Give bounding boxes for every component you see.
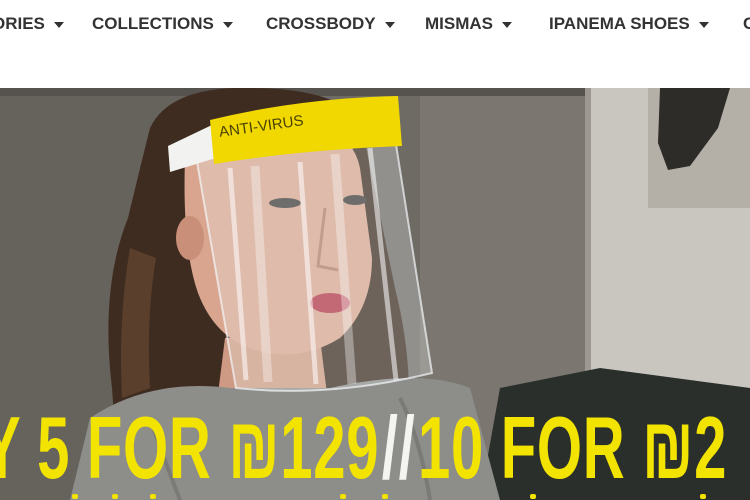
nav-item-label: CROSSBODY [266, 14, 376, 33]
promo-part-2: 10 FOR ₪2 [418, 398, 728, 497]
promo-part-1: Y 5 FOR ₪129 [0, 398, 380, 497]
nav-item-collections[interactable]: COLLECTIONS [92, 12, 233, 36]
chevron-down-icon [698, 22, 709, 28]
hero-banner[interactable]: ANTI-VIRUS Y 5 FOR ₪129//10 FOR ₪2 [0, 88, 750, 500]
chevron-down-icon [502, 22, 512, 28]
top-navigation: ORIES COLLECTIONS CROSSBODY MISMAS IPANE… [0, 0, 750, 88]
nav-item-mismas[interactable]: MISMAS [425, 12, 512, 36]
nav-item-label: C [743, 14, 750, 33]
nav-item-label: COLLECTIONS [92, 14, 214, 33]
promo-headline: Y 5 FOR ₪129//10 FOR ₪2 [0, 398, 727, 498]
nav-item-label: IPANEMA SHOES [549, 14, 690, 33]
nav-item-label: ORIES [0, 14, 45, 33]
nav-item-crossbody[interactable]: CROSSBODY [266, 12, 395, 36]
nav-item-label: MISMAS [425, 14, 493, 33]
chevron-down-icon [53, 22, 64, 28]
promo-separator: // [381, 398, 416, 497]
chevron-down-icon [384, 22, 395, 28]
chevron-down-icon [222, 22, 233, 28]
promo-subline-cropped [10, 492, 750, 500]
nav-item-cut-off[interactable]: C [743, 12, 750, 36]
nav-item-accessories[interactable]: ORIES [0, 12, 64, 36]
nav-item-ipanema-shoes[interactable]: IPANEMA SHOES [549, 12, 709, 36]
